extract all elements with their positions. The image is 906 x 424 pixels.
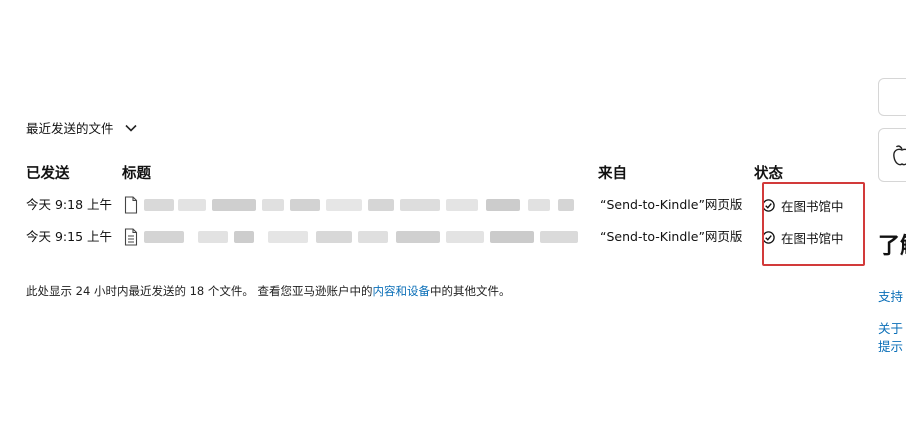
source-label: “Send-to-Kindle”网页版	[600, 197, 743, 212]
page: 最近发送的文件 已发送 标题 来自 状态 今天 9:18 上午 “Send-to…	[0, 0, 906, 424]
content-and-devices-link[interactable]: 内容和设备	[373, 284, 431, 298]
table-row[interactable]: 今天 9:18 上午 “Send-to-Kindle”网页版	[0, 194, 760, 216]
sent-time: 今天 9:15 上午	[26, 229, 113, 244]
source-label: “Send-to-Kindle”网页版	[600, 229, 743, 244]
file-title-redacted[interactable]	[144, 199, 584, 211]
sidebar-title: 了解	[878, 234, 906, 259]
sidebar-link-tips[interactable]: 提示	[878, 336, 903, 355]
document-icon	[124, 196, 138, 214]
chevron-down-icon	[124, 124, 137, 132]
sidebar-link-support[interactable]: 支持	[878, 286, 903, 305]
column-header-source: 来自	[598, 166, 627, 182]
file-title-redacted[interactable]	[144, 231, 584, 243]
table-row[interactable]: 今天 9:15 上午 “Send-to-Kindle”网页版	[0, 226, 760, 248]
sidebar-link-about[interactable]: 关于	[878, 318, 903, 337]
status-highlight-box	[762, 182, 865, 266]
column-header-status: 状态	[754, 166, 783, 182]
recent-files-dropdown-label: 最近发送的文件	[26, 121, 114, 136]
note-text-after: 中的其他文件。	[430, 284, 511, 298]
column-header-sent: 已发送	[26, 166, 70, 182]
sent-time: 今天 9:18 上午	[26, 197, 113, 212]
note-text-before: 此处显示 24 小时内最近发送的 18 个文件。 查看您亚马逊账户中的	[26, 284, 373, 298]
sidebar-card[interactable]	[878, 128, 906, 182]
column-header-title: 标题	[122, 166, 151, 182]
recent-files-note: 此处显示 24 小时内最近发送的 18 个文件。 查看您亚马逊账户中的内容和设备…	[26, 283, 511, 299]
sidebar-card	[878, 78, 906, 116]
document-icon	[124, 228, 138, 246]
recent-files-dropdown[interactable]: 最近发送的文件	[26, 118, 138, 137]
apple-icon	[893, 145, 906, 166]
